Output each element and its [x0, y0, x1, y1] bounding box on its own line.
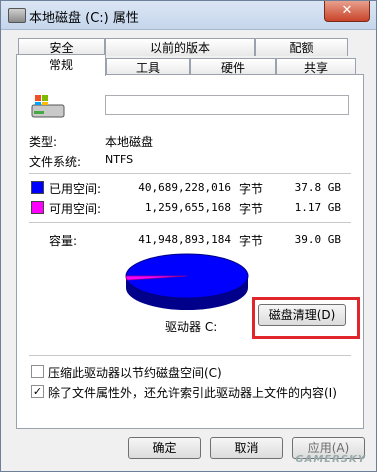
capacity-size: 39.0 GB [294, 233, 341, 246]
used-space-unit: 字节 [239, 182, 264, 196]
compress-label[interactable]: 压缩此驱动器以节约磁盘空间(C) [48, 364, 222, 381]
free-space-swatch [31, 201, 44, 214]
free-space-size: 1.17 GB [294, 201, 341, 214]
used-space-label: 已用空间: [49, 182, 102, 196]
general-panel: 类型: 本地磁盘 文件系统: NTFS 已用空间: 40,689,228,016… [16, 74, 364, 429]
capacity-bytes: 41,948,893,184 [138, 233, 231, 246]
drive-icon [8, 8, 26, 23]
properties-window: 本地磁盘 (C:) 属性 ✕ 安全 以前的版本 配额 常规 工具 硬件 共享 类… [0, 0, 377, 472]
index-label[interactable]: 除了文件属性外，还允许索引此驱动器上文件的内容(I) [48, 384, 337, 401]
tab-general[interactable]: 常规 [16, 54, 106, 76]
used-space-size: 37.8 GB [294, 181, 341, 194]
type-value: 本地磁盘 [105, 135, 154, 149]
divider [29, 355, 351, 357]
free-space-bytes: 1,259,655,168 [144, 201, 231, 214]
type-label: 类型: [29, 135, 58, 149]
close-button[interactable]: ✕ [324, 1, 370, 22]
free-space-unit: 字节 [239, 202, 264, 216]
title-bar[interactable]: 本地磁盘 (C:) 属性 ✕ [1, 1, 376, 30]
compress-checkbox[interactable] [31, 365, 44, 378]
checkmark-icon: ✓ [32, 385, 43, 398]
ok-button[interactable]: 确定 [128, 437, 201, 459]
disk-usage-pie [125, 253, 249, 310]
divider [29, 173, 351, 175]
cancel-button[interactable]: 取消 [210, 437, 283, 459]
index-checkbox[interactable]: ✓ [31, 385, 44, 398]
divider [29, 222, 351, 224]
capacity-label: 容量: [49, 234, 78, 248]
cleanup-highlight-box [252, 297, 360, 339]
volume-name-input[interactable] [105, 95, 349, 115]
file-system-label: 文件系统: [29, 155, 82, 169]
tab-quota[interactable]: 配额 [255, 38, 348, 56]
used-space-swatch [31, 181, 44, 194]
tab-previous-versions[interactable]: 以前的版本 [105, 38, 255, 56]
hard-drive-icon [31, 95, 65, 118]
used-space-bytes: 40,689,228,016 [138, 181, 231, 194]
watermark: GAMERSKY [295, 454, 366, 465]
drive-letter-label: 驱动器 C: [165, 320, 218, 334]
capacity-unit: 字节 [239, 234, 264, 248]
file-system-value: NTFS [105, 153, 134, 166]
window-title: 本地磁盘 (C:) 属性 [29, 11, 139, 26]
free-space-label: 可用空间: [49, 202, 102, 216]
